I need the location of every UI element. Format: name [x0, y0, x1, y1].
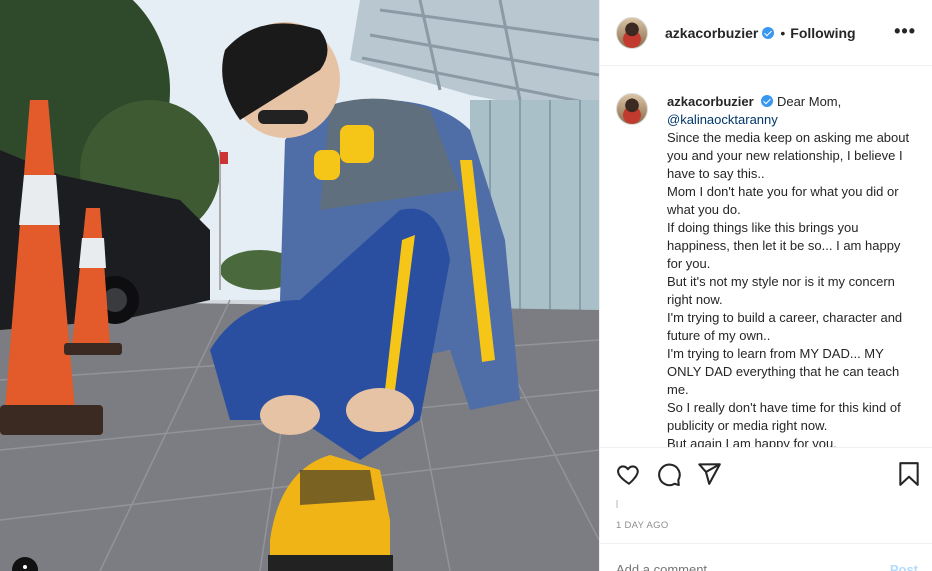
caption-line: But again I am happy for you. [667, 436, 837, 447]
post-comment-button[interactable]: Post [890, 562, 918, 571]
caption-line: I'm trying to build a career, character … [667, 310, 903, 343]
post-photo[interactable] [0, 0, 599, 571]
caption-line: Mom I don't hate you for what you did or… [667, 184, 899, 217]
header-username[interactable]: azkacorbuzier [665, 25, 758, 41]
following-button[interactable]: Following [790, 25, 855, 41]
caption-text: azkacorbuzier Dear Mom, @kalinaocktarann… [667, 93, 912, 447]
comment-bar: Post [600, 543, 932, 571]
post-side-panel: azkacorbuzier • Following ••• azkacorbuz… [599, 0, 932, 571]
caption-line: But it's not my style nor is it my conce… [667, 274, 895, 307]
caption-line: I'm trying to learn from MY DAD... MY ON… [667, 346, 900, 397]
more-horizontal-icon[interactable]: ••• [894, 22, 916, 40]
bookmark-icon[interactable] [896, 461, 922, 487]
comment-input[interactable] [616, 562, 876, 571]
caption-username[interactable]: azkacorbuzier [667, 94, 754, 109]
verified-badge-icon [762, 26, 775, 39]
comment-icon[interactable] [656, 461, 682, 487]
caption-avatar[interactable] [616, 93, 648, 125]
avatar[interactable] [616, 16, 648, 49]
caption-scroll-area[interactable]: azkacorbuzier Dear Mom, @kalinaocktarann… [600, 66, 932, 447]
post-actions-bar [600, 447, 932, 499]
caption-line: So I really don't have time for this kin… [667, 400, 901, 433]
caption-greeting: Dear Mom, [776, 94, 842, 109]
photo-illustration [0, 0, 599, 571]
caption-line: If doing things like this brings you hap… [667, 220, 901, 271]
caption-mention-link[interactable]: @kalinaocktaranny [667, 112, 778, 127]
share-icon[interactable] [696, 461, 722, 487]
separator-dot: • [780, 24, 786, 41]
post-timestamp[interactable]: 1 DAY AGO [616, 520, 669, 531]
caption-verified-badge-icon [761, 95, 774, 107]
likes-placeholder [616, 500, 618, 508]
heart-icon[interactable] [616, 461, 642, 487]
post-header: azkacorbuzier • Following ••• [600, 0, 932, 66]
caption-line: Since the media keep on asking me about … [667, 130, 910, 181]
